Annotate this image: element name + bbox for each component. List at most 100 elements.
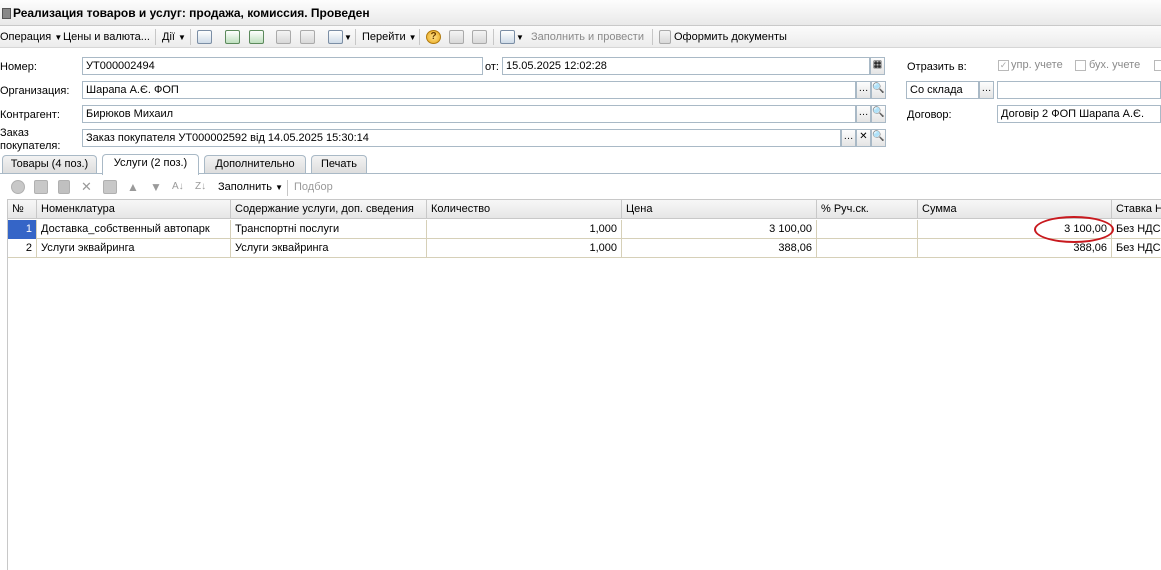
xml-icon[interactable] xyxy=(500,30,515,44)
document-icon xyxy=(2,8,11,19)
sum-cell[interactable]: 388,06 xyxy=(918,239,1112,258)
calendar-icon[interactable]: ▦ xyxy=(870,57,885,75)
column-header[interactable]: Сумма xyxy=(918,200,1112,219)
content-cell[interactable]: Транспортні послуги xyxy=(231,220,427,239)
select-ellipsis-button[interactable]: … xyxy=(856,81,871,99)
clear-icon[interactable]: ✕ xyxy=(856,129,871,147)
edit-row-icon[interactable] xyxy=(58,180,70,194)
nomenclature-cell[interactable]: Доставка_собственный автопарк xyxy=(37,220,231,239)
enter-based-on-icon[interactable] xyxy=(328,30,343,44)
pick-button[interactable]: Подбор xyxy=(294,180,333,194)
content-cell[interactable]: Услуги эквайринга xyxy=(231,239,427,258)
warehouse-field[interactable] xyxy=(997,81,1161,99)
row-number: 1 xyxy=(8,220,37,239)
quantity-cell[interactable]: 1,000 xyxy=(427,239,622,258)
vat-rate-cell[interactable]: Без НДС xyxy=(1112,239,1161,258)
column-header[interactable]: Количество xyxy=(427,200,622,219)
column-header[interactable]: № xyxy=(8,200,37,219)
discount-cell[interactable] xyxy=(817,220,918,239)
open-search-icon[interactable]: 🔍 xyxy=(871,81,886,99)
date-field[interactable]: 15.05.2025 12:02:28 xyxy=(502,57,870,75)
organization-field[interactable]: Шарапа А.Є. ФОП xyxy=(82,81,856,99)
quantity-cell[interactable]: 1,000 xyxy=(427,220,622,239)
reflect-in-label: Отразить в: xyxy=(907,61,967,73)
select-ellipsis-button[interactable]: … xyxy=(979,81,994,99)
make-documents-button[interactable]: Оформить документы xyxy=(674,29,787,45)
tab-services[interactable]: Услуги (2 поз.) xyxy=(102,154,199,175)
table-row[interactable]: 1 Доставка_собственный автопарк Транспор… xyxy=(8,220,1161,239)
bookkeeping-checkbox[interactable] xyxy=(1075,60,1086,71)
dropdown-arrow-icon[interactable]: ▼ xyxy=(344,33,352,42)
structure-icon[interactable] xyxy=(449,30,464,44)
post-and-close-icon[interactable] xyxy=(197,30,212,44)
tab-additional[interactable]: Дополнительно xyxy=(204,155,306,174)
number-field[interactable]: УТ000002494 xyxy=(82,57,483,75)
delete-row-icon[interactable]: ✕ xyxy=(81,180,92,194)
open-search-icon[interactable]: 🔍 xyxy=(871,129,886,147)
column-header[interactable]: % Руч.ск. xyxy=(817,200,918,219)
customer-order-label: Заказ xyxy=(0,127,29,139)
contract-label: Договор: xyxy=(907,109,952,121)
date-from-label: от: xyxy=(485,61,499,73)
price-cell[interactable]: 3 100,00 xyxy=(622,220,817,239)
sum-cell[interactable]: 3 100,00 xyxy=(918,220,1112,239)
list-icon[interactable] xyxy=(472,30,487,44)
window-title: Реализация товаров и услуг: продажа, ком… xyxy=(13,6,370,20)
help-icon[interactable]: ? xyxy=(426,30,441,44)
prices-currency-button[interactable]: Цены и валюта... xyxy=(63,29,150,45)
table-row[interactable]: 2 Услуги эквайринга Услуги эквайринга 1,… xyxy=(8,239,1161,258)
price-cell[interactable]: 388,06 xyxy=(622,239,817,258)
post-icon[interactable] xyxy=(249,30,264,44)
warehouse-select[interactable]: Со склада xyxy=(906,81,979,99)
main-toolbar: Операция ▼ Цены и валюта... Дії ▼ ▼ Пере… xyxy=(0,26,1161,48)
dropdown-arrow-icon: ▼ xyxy=(54,33,63,42)
table-header: № Номенклатура Содержание услуги, доп. с… xyxy=(8,200,1161,219)
open-search-icon[interactable]: 🔍 xyxy=(871,105,886,123)
dropdown-arrow-icon[interactable]: ▼ xyxy=(516,33,524,42)
save-icon[interactable] xyxy=(225,30,240,44)
row-number: 2 xyxy=(8,239,37,258)
customer-order-field[interactable]: Заказ покупателя УТ000002592 від 14.05.2… xyxy=(82,129,841,147)
goto-menu[interactable]: Перейти ▼ xyxy=(362,29,417,45)
column-header[interactable]: Содержание услуги, доп. сведения xyxy=(231,200,427,219)
contract-field[interactable]: Договір 2 ФОП Шарапа А.Є. xyxy=(997,105,1161,123)
copy-icon[interactable] xyxy=(276,30,291,44)
move-down-icon[interactable]: ▼ xyxy=(150,180,162,194)
select-ellipsis-button[interactable]: … xyxy=(841,129,856,147)
dropdown-arrow-icon: ▼ xyxy=(178,33,186,42)
customer-order-label-2: покупателя: xyxy=(0,140,61,152)
column-header[interactable]: Цена xyxy=(622,200,817,219)
tab-goods[interactable]: Товары (4 поз.) xyxy=(2,155,97,174)
select-ellipsis-button[interactable]: … xyxy=(856,105,871,123)
fill-menu[interactable]: Заполнить ▼ xyxy=(218,180,283,195)
fill-and-post-button[interactable]: Заполнить и провести xyxy=(531,29,644,45)
tab-print[interactable]: Печать xyxy=(311,155,367,174)
column-header[interactable]: Номенклатура xyxy=(37,200,231,219)
based-on-icon[interactable] xyxy=(300,30,315,44)
copy-row-icon[interactable] xyxy=(34,180,48,194)
services-table: № Номенклатура Содержание услуги, доп. с… xyxy=(7,199,1161,570)
column-header[interactable]: Ставка НДС xyxy=(1112,200,1161,219)
end-edit-icon[interactable] xyxy=(103,180,117,194)
tax-accounting-checkbox[interactable] xyxy=(1154,60,1161,71)
vat-rate-cell[interactable]: Без НДС xyxy=(1112,220,1161,239)
counterparty-label: Контрагент: xyxy=(0,109,60,121)
counterparty-field[interactable]: Бирюков Михаил xyxy=(82,105,856,123)
dropdown-arrow-icon: ▼ xyxy=(408,33,417,42)
actions-menu[interactable]: Дії ▼ xyxy=(162,29,186,45)
mgmt-accounting-checkbox[interactable]: ✓ xyxy=(998,60,1009,71)
bookkeeping-label: бух. учете xyxy=(1089,59,1141,71)
sort-ascending-icon[interactable]: A↓ xyxy=(172,180,184,194)
dropdown-arrow-icon: ▼ xyxy=(275,183,283,192)
number-label: Номер: xyxy=(0,61,37,73)
make-documents-icon xyxy=(659,30,671,44)
nomenclature-cell[interactable]: Услуги эквайринга xyxy=(37,239,231,258)
mgmt-accounting-label: упр. учете xyxy=(1011,59,1063,71)
discount-cell[interactable] xyxy=(817,239,918,258)
move-up-icon[interactable]: ▲ xyxy=(127,180,139,194)
sort-descending-icon[interactable]: Z↓ xyxy=(195,180,206,194)
window-titlebar: Реализация товаров и услуг: продажа, ком… xyxy=(0,0,1161,26)
organization-label: Организация: xyxy=(0,85,70,97)
operation-menu[interactable]: Операция ▼ xyxy=(0,29,62,45)
add-row-icon[interactable] xyxy=(11,180,25,194)
